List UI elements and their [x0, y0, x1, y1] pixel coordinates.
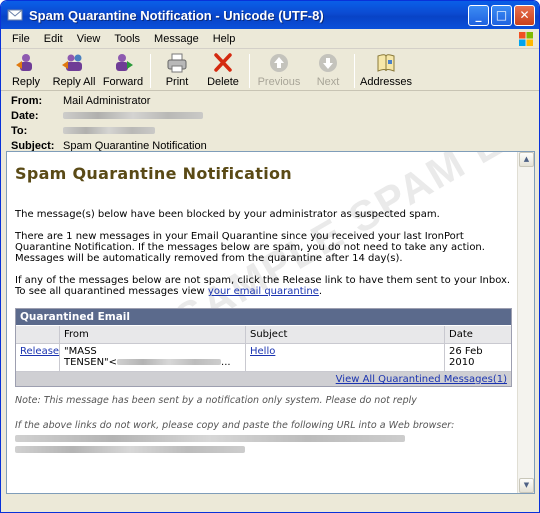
addresses-button[interactable]: Addresses — [358, 52, 414, 90]
menu-help[interactable]: Help — [206, 33, 243, 45]
menu-message[interactable]: Message — [147, 33, 206, 45]
column-subject: Subject — [246, 326, 445, 343]
print-label: Print — [165, 76, 189, 88]
subject-cell: Hello — [246, 344, 445, 371]
forward-icon — [116, 54, 133, 71]
delete-x-icon — [214, 53, 232, 72]
close-button[interactable]: ✕ — [514, 4, 535, 26]
delete-button[interactable]: Delete — [200, 52, 246, 90]
paragraph-blocked: The message(s) below have been blocked b… — [15, 209, 440, 220]
subject-link[interactable]: Hello — [250, 346, 275, 357]
reply-button[interactable]: Reply — [3, 52, 49, 90]
release-info-end: . — [318, 286, 323, 297]
release-link[interactable]: Release — [20, 346, 59, 357]
arrow-down-icon — [319, 54, 337, 72]
menu-edit[interactable]: Edit — [37, 33, 70, 45]
date-cell: 26 Feb 2010 — [449, 346, 483, 368]
table-row: Release "MASS TENSEN"<... Hello 26 Feb 2… — [16, 343, 511, 371]
view-all-link[interactable]: View All Quarantined Messages(1) — [336, 374, 507, 385]
reply-all-label: Reply All — [52, 76, 96, 88]
toolbar: Reply Reply All Forward Print Delete Pre… — [1, 49, 539, 91]
subject-value: Spam Quarantine Notification — [63, 139, 207, 152]
paragraph-quarantine-info: There are 1 new messages in your Email Q… — [15, 231, 485, 264]
menu-tools[interactable]: Tools — [107, 33, 147, 45]
delete-label: Delete — [207, 76, 239, 88]
scroll-up-arrow-icon[interactable]: ▲ — [519, 152, 534, 167]
date-label: Date: — [11, 109, 39, 122]
message-heading: Spam Quarantine Notification — [15, 164, 292, 183]
redacted-url-line-1 — [15, 435, 405, 442]
printer-icon — [167, 53, 187, 73]
message-content: Spam Quarantine Notification The message… — [7, 164, 517, 493]
release-cell: Release — [16, 344, 60, 371]
redacted-url-line-2 — [15, 446, 245, 453]
header-from: From: Mail Administrator — [11, 93, 539, 108]
title-bar: Spam Quarantine Notification - Unicode (… — [1, 1, 539, 29]
from-address-redacted — [117, 359, 222, 365]
menu-view[interactable]: View — [70, 33, 108, 45]
reply-all-button[interactable]: Reply All — [49, 52, 99, 90]
status-bar — [1, 496, 539, 512]
scroll-down-arrow-icon[interactable]: ▼ — [519, 478, 534, 493]
minimize-button[interactable]: _ — [468, 4, 489, 26]
toolbar-separator — [249, 54, 250, 88]
next-button[interactable]: Next — [305, 52, 351, 90]
from-line-2: TENSEN"< — [64, 357, 118, 368]
forward-label: Forward — [102, 76, 144, 88]
arrow-up-icon — [270, 54, 288, 72]
menu-bar: File Edit View Tools Message Help — [1, 29, 539, 49]
from-label: From: — [11, 94, 43, 107]
date-value-redacted — [63, 112, 203, 119]
redacted-url — [15, 435, 517, 453]
url-instructions: If the above links do not work, please c… — [15, 420, 455, 431]
from-trailing-ellipsis: ... — [221, 357, 231, 368]
print-button[interactable]: Print — [154, 52, 200, 90]
from-value: Mail Administrator — [63, 94, 151, 107]
envelope-icon — [7, 9, 23, 21]
maximize-button[interactable]: □ — [491, 4, 512, 26]
subject-label: Subject: — [11, 139, 55, 152]
email-window: Spam Quarantine Notification - Unicode (… — [0, 0, 540, 513]
address-book-icon — [377, 54, 395, 72]
table-title: Quarantined Email — [16, 309, 511, 325]
previous-button[interactable]: Previous — [253, 52, 305, 90]
email-quarantine-link[interactable]: your email quarantine — [208, 286, 319, 297]
next-label: Next — [316, 76, 340, 88]
paragraph-release-info: If any of the messages below are not spa… — [15, 275, 517, 297]
table-header-row: From Subject Date — [16, 325, 511, 343]
reply-label: Reply — [11, 76, 41, 88]
window-title: Spam Quarantine Notification - Unicode (… — [29, 7, 324, 23]
table-footer: View All Quarantined Messages(1) — [16, 371, 511, 386]
header-date: Date: — [11, 108, 539, 123]
column-action — [16, 326, 60, 343]
quarantined-email-table: Quarantined Email From Subject Date Rele… — [15, 308, 512, 387]
column-from: From — [60, 326, 246, 343]
addresses-label: Addresses — [360, 76, 412, 88]
toolbar-separator — [354, 54, 355, 88]
from-cell: "MASS TENSEN"<... — [60, 344, 246, 371]
reply-all-icon — [62, 54, 82, 71]
column-date: Date — [449, 329, 473, 340]
menu-file[interactable]: File — [5, 33, 37, 45]
no-reply-note: Note: This message has been sent by a no… — [15, 395, 417, 406]
to-value-redacted — [63, 127, 155, 134]
reply-icon — [16, 54, 32, 71]
forward-button[interactable]: Forward — [99, 52, 147, 90]
vertical-scrollbar[interactable]: ▲ ▼ — [517, 152, 534, 493]
windows-logo-icon — [519, 32, 533, 46]
toolbar-separator — [150, 54, 151, 88]
from-line-1: "MASS — [64, 346, 97, 357]
previous-label: Previous — [257, 76, 301, 88]
message-body-pane[interactable]: SAMPLE SPAM EMAIL Spam Quarantine Notifi… — [6, 151, 535, 494]
header-to: To: — [11, 123, 539, 138]
message-headers: From: Mail Administrator Date: To: Subje… — [1, 91, 539, 158]
to-label: To: — [11, 124, 28, 137]
